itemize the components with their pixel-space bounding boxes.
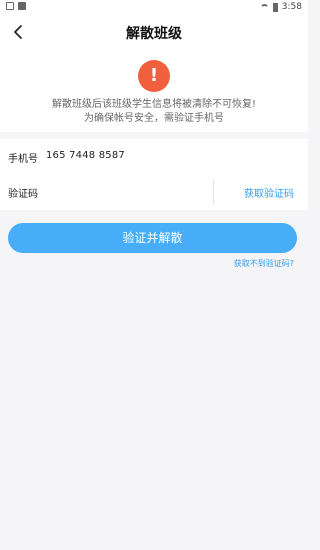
verify-and-dissolve-button[interactable]: 验证并解散 [8,223,297,253]
phone-value: 165 7448 8587 [46,150,125,161]
nav-bar: 解散班级 [0,14,308,52]
verification-code-input[interactable] [46,182,206,202]
warning-message: 解散班级后该班级学生信息将被清除不可恢复! 为确保帐号安全，需验证手机号 [0,98,308,126]
row-divider [213,180,214,204]
verification-code-row: 验证码 获取验证码 [0,174,308,210]
battery-icon [272,2,278,12]
status-right: 3:58 [259,2,302,12]
warning-section: ! 解散班级后该班级学生信息将被清除不可恢复! 为确保帐号安全，需验证手机号 [0,52,308,132]
phone-label: 手机号 [8,154,38,165]
wifi-icon [259,3,269,11]
exclamation-icon: ! [138,60,170,92]
status-time: 3:58 [281,2,302,12]
warning-line-2: 为确保帐号安全，需验证手机号 [84,113,224,124]
status-left-icons [6,2,26,10]
status-bar: 3:58 [0,0,308,14]
verification-code-label: 验证码 [8,189,38,200]
page-title: 解散班级 [126,26,182,42]
warning-line-1: 解散班级后该班级学生信息将被清除不可恢复! [51,99,256,110]
no-code-help-link[interactable]: 获取不到验证码? [234,258,294,269]
android-notification-icon [6,2,14,10]
phone-row: 手机号 165 7448 8587 [0,139,308,175]
sim-card-icon [18,2,26,10]
get-code-button[interactable]: 获取验证码 [244,185,294,200]
